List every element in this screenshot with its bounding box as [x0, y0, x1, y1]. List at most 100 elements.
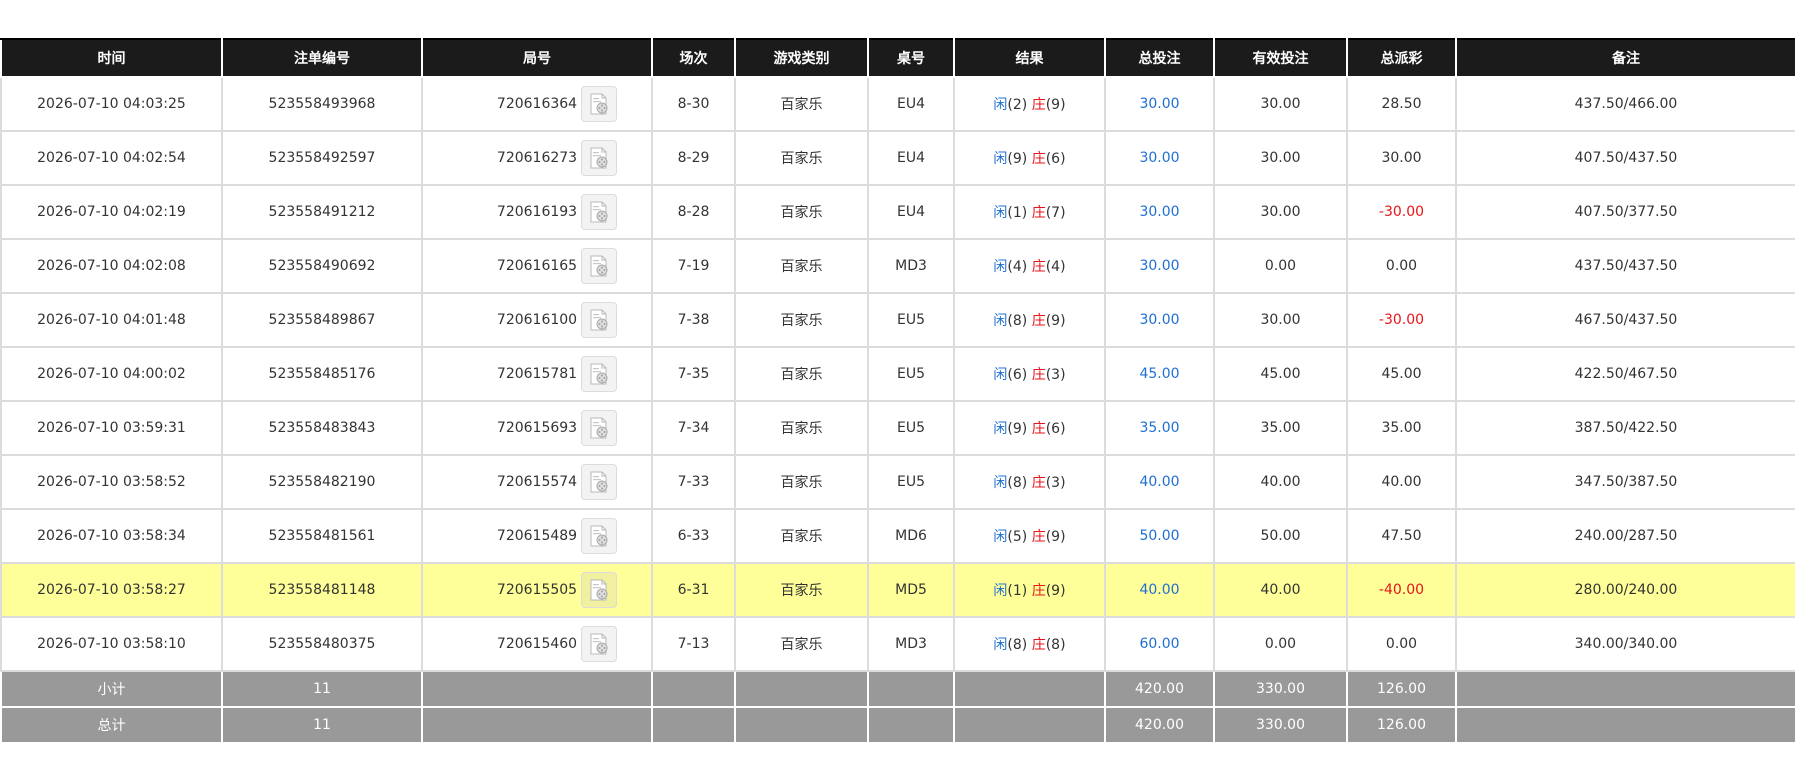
header-game-type: 游戏类别: [734, 38, 869, 78]
subtotal-valid-bet: 330.00: [1213, 670, 1348, 708]
player-label: 闲: [993, 259, 1008, 275]
subtotal-count: 11: [221, 670, 423, 708]
banker-score: (8): [1045, 637, 1066, 653]
round-number: 720615693: [496, 420, 578, 436]
cell-bet-no: 523558480375: [221, 616, 423, 672]
cell-total-bet: 30.00: [1104, 130, 1215, 186]
banker-label: 庄: [1031, 259, 1046, 275]
cell-note: 240.00/287.50: [1455, 508, 1795, 564]
table-row[interactable]: 2026-07-10 03:58:34 523558481561 7206154…: [0, 508, 1795, 564]
banker-label: 庄: [1031, 205, 1046, 221]
cell-payout: 47.50: [1346, 508, 1457, 564]
player-score: (9): [1007, 421, 1028, 437]
cell-round-no: 720615693: [421, 400, 653, 456]
film-reel-icon: [590, 579, 608, 601]
table-row[interactable]: 2026-07-10 04:01:48 523558489867 7206161…: [0, 292, 1795, 348]
grandtotal-row: 总计 11 420.00 330.00 126.00: [0, 706, 1795, 744]
cell-valid-bet: 30.00: [1213, 292, 1348, 348]
cell-table: MD3: [867, 238, 955, 294]
cell-time: 2026-07-10 03:58:34: [0, 508, 223, 564]
cell-bet-no: 523558485176: [221, 346, 423, 402]
table-body: 2026-07-10 04:03:25 523558493968 7206163…: [0, 76, 1795, 672]
cell-total-bet: 45.00: [1104, 346, 1215, 402]
replay-video-button[interactable]: [581, 86, 618, 122]
table-row[interactable]: 2026-07-10 04:02:08 523558490692 7206161…: [0, 238, 1795, 294]
cell-bet-no: 523558492597: [221, 130, 423, 186]
table-row[interactable]: 2026-07-10 04:02:19 523558491212 7206161…: [0, 184, 1795, 240]
replay-video-button[interactable]: [581, 626, 618, 662]
cell-payout: 35.00: [1346, 400, 1457, 456]
table-row[interactable]: 2026-07-10 04:00:02 523558485176 7206157…: [0, 346, 1795, 402]
cell-valid-bet: 40.00: [1213, 454, 1348, 510]
table-row[interactable]: 2026-07-10 03:59:31 523558483843 7206156…: [0, 400, 1795, 456]
header-round-no: 局号: [421, 38, 653, 78]
replay-video-button[interactable]: [581, 140, 618, 176]
banker-label: 庄: [1031, 151, 1046, 167]
cell-note: 437.50/437.50: [1455, 238, 1795, 294]
cell-result: 闲(1) 庄(9): [953, 562, 1106, 618]
replay-video-button[interactable]: [581, 410, 618, 446]
replay-video-button[interactable]: [581, 572, 618, 608]
cell-round-no: 720615574: [421, 454, 653, 510]
round-number: 720615781: [496, 366, 578, 382]
header-valid-bet: 有效投注: [1213, 38, 1348, 78]
cell-valid-bet: 30.00: [1213, 184, 1348, 240]
player-label: 闲: [993, 475, 1008, 491]
cell-note: 347.50/387.50: [1455, 454, 1795, 510]
banker-score: (9): [1045, 583, 1066, 599]
round-number: 720615489: [496, 528, 578, 544]
cell-result: 闲(9) 庄(6): [953, 400, 1106, 456]
cell-total-bet: 30.00: [1104, 292, 1215, 348]
replay-video-button[interactable]: [581, 518, 618, 554]
film-reel-icon: [590, 633, 608, 655]
player-label: 闲: [993, 151, 1008, 167]
header-shoe: 场次: [651, 38, 736, 78]
cell-note: 280.00/240.00: [1455, 562, 1795, 618]
round-number: 720616364: [496, 96, 578, 112]
player-label: 闲: [993, 97, 1008, 113]
table-header-row: 时间 注单编号 局号 场次 游戏类别 桌号 结果 总投注 有效投注 总派彩 备注: [0, 38, 1795, 78]
player-label: 闲: [993, 421, 1008, 437]
cell-game-type: 百家乐: [734, 508, 869, 564]
cell-shoe: 8-30: [651, 76, 736, 132]
film-reel-icon: [590, 471, 608, 493]
replay-video-button[interactable]: [581, 464, 618, 500]
player-score: (1): [1007, 205, 1028, 221]
cell-time: 2026-07-10 04:02:19: [0, 184, 223, 240]
table-row[interactable]: 2026-07-10 04:02:54 523558492597 7206162…: [0, 130, 1795, 186]
player-score: (1): [1007, 583, 1028, 599]
cell-table: MD6: [867, 508, 955, 564]
cell-table: EU4: [867, 184, 955, 240]
cell-total-bet: 60.00: [1104, 616, 1215, 672]
banker-score: (9): [1045, 97, 1066, 113]
table-row[interactable]: 2026-07-10 03:58:52 523558482190 7206155…: [0, 454, 1795, 510]
cell-round-no: 720615489: [421, 508, 653, 564]
cell-time: 2026-07-10 04:02:08: [0, 238, 223, 294]
cell-game-type: 百家乐: [734, 346, 869, 402]
film-reel-icon: [590, 525, 608, 547]
cell-note: 407.50/377.50: [1455, 184, 1795, 240]
replay-video-button[interactable]: [581, 248, 618, 284]
cell-table: EU5: [867, 346, 955, 402]
banker-score: (9): [1045, 313, 1066, 329]
cell-time: 2026-07-10 03:58:52: [0, 454, 223, 510]
cell-note: 437.50/466.00: [1455, 76, 1795, 132]
table-row[interactable]: 2026-07-10 03:58:10 523558480375 7206154…: [0, 616, 1795, 672]
banker-label: 庄: [1031, 313, 1046, 329]
round-number: 720615574: [496, 474, 578, 490]
cell-total-bet: 30.00: [1104, 184, 1215, 240]
player-label: 闲: [993, 313, 1008, 329]
table-row[interactable]: 2026-07-10 03:58:27 523558481148 7206155…: [0, 562, 1795, 618]
replay-video-button[interactable]: [581, 302, 618, 338]
cell-result: 闲(8) 庄(8): [953, 616, 1106, 672]
cell-result: 闲(4) 庄(4): [953, 238, 1106, 294]
table-row[interactable]: 2026-07-10 04:03:25 523558493968 7206163…: [0, 76, 1795, 132]
cell-bet-no: 523558483843: [221, 400, 423, 456]
cell-total-bet: 40.00: [1104, 562, 1215, 618]
replay-video-button[interactable]: [581, 356, 618, 392]
cell-note: 467.50/437.50: [1455, 292, 1795, 348]
cell-valid-bet: 30.00: [1213, 76, 1348, 132]
replay-video-button[interactable]: [581, 194, 618, 230]
subtotal-row: 小计 11 420.00 330.00 126.00: [0, 670, 1795, 708]
cell-shoe: 7-13: [651, 616, 736, 672]
